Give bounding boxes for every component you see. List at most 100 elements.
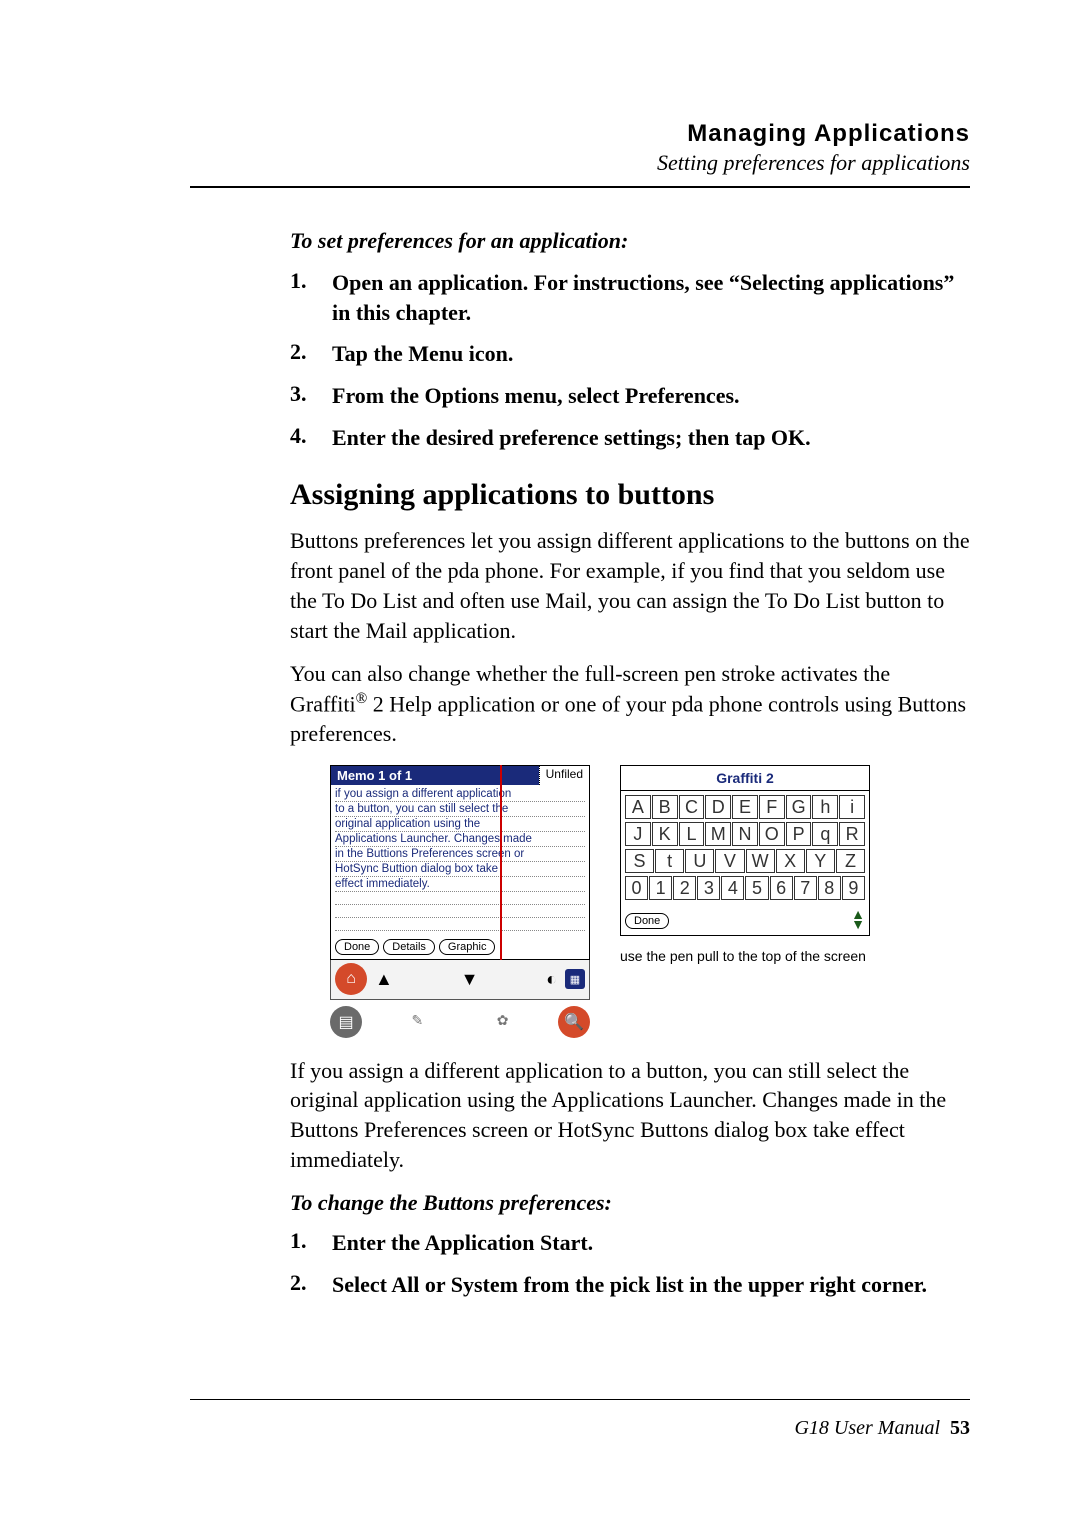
key[interactable]: J xyxy=(625,822,651,846)
calendar-icon[interactable]: ▤ xyxy=(330,1006,362,1038)
silk-mid: ▲ ▼ ◐ xyxy=(367,969,565,990)
key-row: 0123456789 xyxy=(625,876,865,900)
key[interactable]: Z xyxy=(836,849,865,873)
key[interactable]: 4 xyxy=(721,876,744,900)
key-row: JKLMNOPqR xyxy=(625,822,865,846)
memo-blank-line xyxy=(335,892,585,905)
key[interactable]: X xyxy=(776,849,805,873)
key[interactable]: 1 xyxy=(649,876,672,900)
paragraph: You can also change whether the full-scr… xyxy=(290,659,970,748)
page-header: Managing Applications Setting preference… xyxy=(190,120,970,176)
key[interactable]: 7 xyxy=(794,876,817,900)
memo-title: Memo 1 of 1 xyxy=(331,766,539,785)
step-text: From the Options menu, select Preference… xyxy=(332,381,970,411)
step-number: 3. xyxy=(290,381,332,411)
key[interactable]: 8 xyxy=(818,876,841,900)
memo-line: original application using the xyxy=(335,817,585,832)
key[interactable]: 2 xyxy=(673,876,696,900)
figure-caption: use the pen pull to the top of the scree… xyxy=(620,948,866,964)
step-text: Enter the desired preference settings; t… xyxy=(332,423,970,453)
memo-blank-line xyxy=(335,905,585,918)
graffiti-key-rows: ABCDEFGhi JKLMNOPqR StUVWXYZ 0123456789 xyxy=(621,791,869,907)
memo-line: to a button, you can still select the xyxy=(335,802,585,817)
home-icon[interactable]: ⌂ xyxy=(335,963,367,995)
contrast-icon: ◐ xyxy=(546,969,557,990)
key[interactable]: 3 xyxy=(697,876,720,900)
key[interactable]: U xyxy=(685,849,714,873)
memo-category: Unfiled xyxy=(539,766,589,785)
step: 3.From the Options menu, select Preferen… xyxy=(290,381,970,411)
section-heading: Assigning applications to buttons xyxy=(290,478,970,512)
key[interactable]: i xyxy=(839,795,865,819)
key[interactable]: L xyxy=(679,822,705,846)
paragraph-part: 2 Help application or one of your pda ph… xyxy=(290,691,966,746)
key[interactable]: 6 xyxy=(770,876,793,900)
header-title: Managing Applications xyxy=(190,120,970,148)
procedure-list-1: 1.Open an application. For instructions,… xyxy=(290,268,970,452)
step: 1.Open an application. For instructions,… xyxy=(290,268,970,327)
graffiti-title: Graffiti 2 xyxy=(621,766,869,791)
find-icon[interactable]: 🔍 xyxy=(558,1006,590,1038)
key[interactable]: h xyxy=(812,795,838,819)
registered-mark: ® xyxy=(356,690,368,707)
memo-buttons: Done Details Graphic xyxy=(331,935,589,959)
key[interactable]: D xyxy=(705,795,731,819)
memo-line: HotSync Buttion dialog box take xyxy=(335,862,585,877)
key[interactable]: B xyxy=(652,795,678,819)
header-rule xyxy=(190,186,970,188)
key[interactable]: E xyxy=(732,795,758,819)
key[interactable]: A xyxy=(625,795,651,819)
graphic-button[interactable]: Graphic xyxy=(439,939,496,955)
step: 2.Select All or System from the pick lis… xyxy=(290,1270,970,1300)
key[interactable]: N xyxy=(732,822,758,846)
key[interactable]: q xyxy=(812,822,838,846)
key-row: ABCDEFGhi xyxy=(625,795,865,819)
key[interactable]: S xyxy=(625,849,654,873)
memo-line: if you assign a different application xyxy=(335,787,585,802)
paragraph: If you assign a different application to… xyxy=(290,1056,970,1175)
step-text: Select All or System from the pick list … xyxy=(332,1270,970,1300)
memo-line: Applications Launcher. Changes made xyxy=(335,832,585,847)
key[interactable]: t xyxy=(655,849,684,873)
key[interactable]: P xyxy=(786,822,812,846)
key[interactable]: R xyxy=(839,822,865,846)
page-footer: G18 User Manual 53 xyxy=(794,1417,970,1440)
procedure-intro-1: To set preferences for an application: xyxy=(290,228,970,254)
key[interactable]: W xyxy=(746,849,775,873)
step-number: 2. xyxy=(290,1270,332,1300)
memo-titlebar: Memo 1 of 1 Unfiled xyxy=(331,766,589,785)
key[interactable]: 5 xyxy=(745,876,768,900)
key[interactable]: 0 xyxy=(625,876,648,900)
done-button[interactable]: Done xyxy=(335,939,379,955)
manual-name: G18 User Manual xyxy=(794,1417,940,1439)
step: 4.Enter the desired preference settings;… xyxy=(290,423,970,453)
key[interactable]: O xyxy=(759,822,785,846)
step-text: Open an application. For instructions, s… xyxy=(332,268,970,327)
key[interactable]: K xyxy=(652,822,678,846)
key[interactable]: G xyxy=(786,795,812,819)
done-button[interactable]: Done xyxy=(625,913,669,929)
key[interactable]: M xyxy=(705,822,731,846)
memo-blank-line xyxy=(335,918,585,931)
step: 1.Enter the Application Start. xyxy=(290,1228,970,1258)
key[interactable]: 9 xyxy=(842,876,865,900)
graffiti-screenshot: Graffiti 2 ABCDEFGhi JKLMNOPqR StUVWXYZ … xyxy=(620,765,870,936)
header-subtitle: Setting preferences for applications xyxy=(190,150,970,176)
memo-line: effect immediately. xyxy=(335,877,585,892)
step-text: Tap the Menu icon. xyxy=(332,339,970,369)
procedure-list-2: 1.Enter the Application Start. 2.Select … xyxy=(290,1228,970,1299)
up-arrow-icon: ▲ xyxy=(375,969,393,990)
scroll-arrows-icon[interactable]: ▲▼ xyxy=(851,911,865,931)
graffiti-area-icon: ✎ ✿ xyxy=(412,1013,509,1030)
soft-buttons-row: ▤ ✎ ✿ 🔍 xyxy=(330,1006,590,1038)
key[interactable]: V xyxy=(715,849,744,873)
step-number: 1. xyxy=(290,268,332,327)
key[interactable]: F xyxy=(759,795,785,819)
annotation-line xyxy=(500,765,502,960)
down-arrow-icon: ▼ xyxy=(461,969,479,990)
key[interactable]: C xyxy=(679,795,705,819)
memo-body: if you assign a different application to… xyxy=(331,785,589,935)
key[interactable]: Y xyxy=(806,849,835,873)
apps-icon[interactable]: ▦ xyxy=(565,969,585,989)
details-button[interactable]: Details xyxy=(383,939,435,955)
